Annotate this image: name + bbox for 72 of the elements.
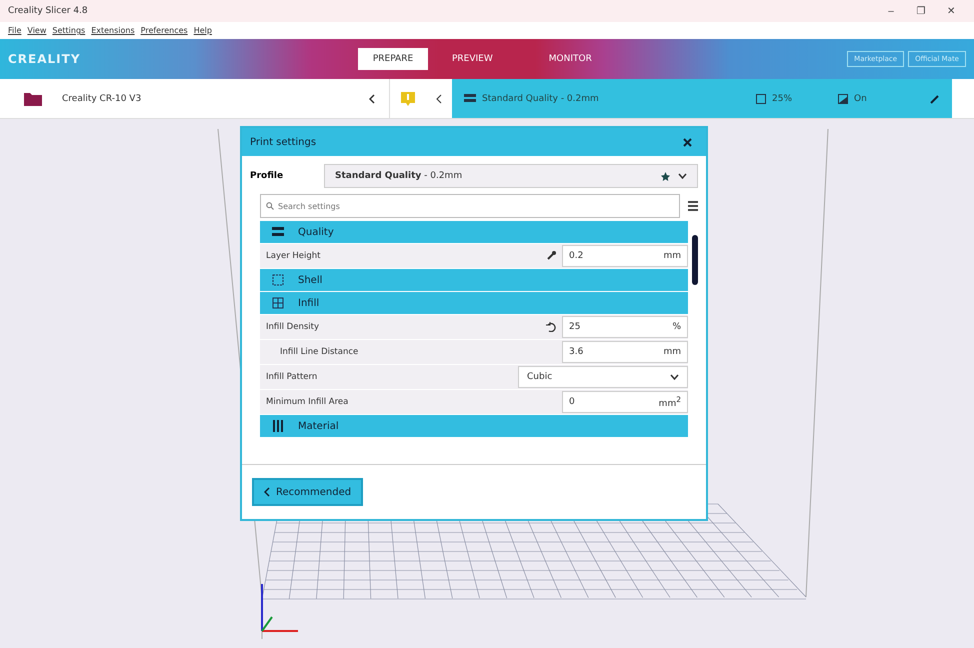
chevron-icon <box>678 173 687 179</box>
menu-item[interactable]: Settings <box>52 26 86 35</box>
chevron-icon[interactable] <box>436 94 442 104</box>
category-label: Material <box>298 420 339 432</box>
category-header[interactable]: Material <box>260 415 688 437</box>
category-header[interactable]: Infill <box>260 292 688 314</box>
profile-label: Profile <box>250 171 284 181</box>
window-control[interactable]: ✕ <box>936 4 966 18</box>
window-title: Creality Slicer 4.8 <box>8 6 89 16</box>
unit-label: mm$^{2}$ <box>658 395 681 409</box>
stage-tab[interactable]: PREVIEW <box>446 48 499 70</box>
setting-label: Minimum Infill Area <box>266 397 350 407</box>
infill-summary: 25% <box>772 94 794 104</box>
printer-name[interactable]: Creality CR-10 V3 <box>62 94 349 104</box>
menu-icon[interactable] <box>688 201 698 211</box>
menu-item[interactable]: Help <box>194 26 212 35</box>
number-field[interactable]: 0.2 mm <box>562 245 688 267</box>
dropdown-value: Cubic <box>527 372 552 382</box>
menu-item[interactable]: File <box>8 26 22 35</box>
field-value: 0 <box>569 397 575 407</box>
profile-value: Standard Quality - 0.2mm <box>335 171 464 181</box>
category-label: Quality <box>298 226 334 238</box>
print-setup-bar[interactable]: Standard Quality - 0.2mm 25% On <box>452 79 952 118</box>
search-field[interactable]: Search settings <box>260 194 680 218</box>
menu-item[interactable]: Extensions <box>91 26 135 35</box>
reset-icon[interactable] <box>546 322 556 332</box>
field-value: 3.6 <box>569 347 584 357</box>
stage-tab[interactable]: PREPARE <box>358 48 428 70</box>
chevron-icon <box>670 374 679 380</box>
axis-drawing <box>261 584 298 632</box>
setting-label: Infill Pattern <box>266 372 318 382</box>
recommended-button[interactable]: Recommended <box>252 478 364 506</box>
shell-icon <box>272 274 284 286</box>
close-icon <box>683 138 692 146</box>
field-value: 0.2 <box>569 251 584 261</box>
number-field[interactable]: 3.6 mm <box>562 341 688 363</box>
support-summary: On <box>854 94 868 104</box>
layers-icon <box>272 227 284 237</box>
field-value: 25 <box>569 322 580 332</box>
profile-summary: Standard Quality - 0.2mm <box>482 94 600 104</box>
setting-label: Layer Height <box>266 251 322 261</box>
scrollbar[interactable] <box>692 235 698 285</box>
category-label: Shell <box>298 274 322 286</box>
infill-icon <box>756 94 766 104</box>
menu-item[interactable]: View <box>27 26 46 35</box>
stage-tab[interactable]: MONITOR <box>542 48 598 70</box>
unit-label: % <box>672 322 681 332</box>
number-field[interactable]: 25 % <box>562 316 688 338</box>
infill-icon <box>272 297 284 309</box>
category-label: Infill <box>298 298 320 308</box>
category-header[interactable]: Quality <box>260 221 688 243</box>
logo: CREALITY <box>8 52 82 66</box>
material-icon <box>272 420 284 432</box>
dropdown[interactable]: Cubic <box>518 366 688 388</box>
setting-label: Infill Line Distance <box>280 347 360 357</box>
unit-label: mm <box>663 251 681 261</box>
window-control[interactable]: – <box>876 4 906 18</box>
number-field[interactable]: 0 mm$^{2}$ <box>562 391 688 413</box>
category-header[interactable]: Shell <box>260 269 688 291</box>
pencil-icon <box>930 94 940 104</box>
chevron-icon <box>264 487 270 497</box>
folder-icon[interactable] <box>24 92 42 106</box>
layers-icon <box>464 94 476 103</box>
support-icon <box>838 94 848 104</box>
setting-label: Infill Density <box>266 322 320 332</box>
window-control[interactable]: ❐ <box>906 4 936 18</box>
menu-item[interactable]: Preferences <box>140 26 188 35</box>
star-icon <box>661 172 670 180</box>
chevron-icon <box>369 94 375 104</box>
profile-dropdown[interactable]: Standard Quality - 0.2mm <box>324 164 698 188</box>
unit-label: mm <box>663 347 681 357</box>
dialog-title: Print settings <box>250 136 316 148</box>
